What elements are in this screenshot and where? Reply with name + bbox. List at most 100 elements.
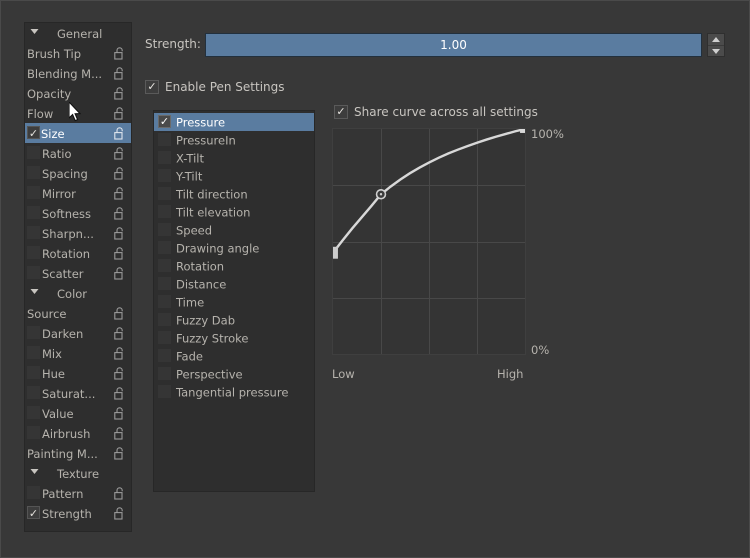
sensor-checkbox[interactable] (158, 295, 171, 308)
chevron-down-icon[interactable] (27, 283, 41, 303)
sensor-checkbox[interactable] (158, 259, 171, 272)
sidebar-item-size[interactable]: ✓ Size (25, 123, 131, 143)
sensor-item-rotation[interactable]: Rotation (154, 257, 314, 275)
sidebar-item-flow[interactable]: Flow (25, 103, 131, 123)
sidebar-item-spacing[interactable]: Spacing (25, 163, 131, 183)
sidebar-section-color[interactable]: Color (25, 283, 131, 303)
sidebar-item-checkbox-checked[interactable]: ✓ (27, 126, 40, 140)
spinner-down-icon[interactable] (708, 46, 724, 57)
sidebar-item-checkbox[interactable] (27, 406, 40, 419)
sensor-checkbox[interactable] (158, 223, 171, 236)
sidebar-item-value[interactable]: Value (25, 403, 131, 423)
sidebar-item-checkbox[interactable] (27, 206, 40, 219)
curve-path[interactable] (333, 129, 525, 354)
lock-open-icon[interactable] (114, 186, 125, 200)
lock-open-icon[interactable] (114, 506, 125, 520)
sensor-checkbox[interactable] (158, 277, 171, 290)
lock-open-icon[interactable] (114, 426, 125, 440)
lock-open-icon[interactable] (114, 306, 125, 320)
sensor-item-y-tilt[interactable]: Y-Tilt (154, 167, 314, 185)
sidebar-item-checkbox[interactable] (27, 386, 40, 399)
enable-pen-settings-checkbox[interactable]: ✓ (145, 79, 159, 94)
chevron-down-icon[interactable] (27, 463, 41, 483)
sensor-item-tangential-pressure[interactable]: Tangential pressure (154, 383, 314, 401)
sidebar-item-mix[interactable]: Mix (25, 343, 131, 363)
sidebar-item-checkbox[interactable] (27, 326, 40, 339)
lock-open-icon[interactable] (114, 266, 125, 280)
enable-pen-settings-row[interactable]: ✓ Enable Pen Settings (145, 79, 285, 97)
strength-spinner[interactable] (707, 33, 725, 57)
lock-open-icon[interactable] (114, 246, 125, 260)
sidebar-item-darken[interactable]: Darken (25, 323, 131, 343)
sensor-item-fuzzy-stroke[interactable]: Fuzzy Stroke (154, 329, 314, 347)
sensor-checkbox[interactable] (158, 241, 171, 254)
sensor-item-tilt-direction[interactable]: Tilt direction (154, 185, 314, 203)
lock-open-icon[interactable] (114, 206, 125, 220)
spinner-up-icon[interactable] (708, 34, 724, 46)
lock-open-icon[interactable] (114, 226, 125, 240)
sidebar-item-rotation[interactable]: Rotation (25, 243, 131, 263)
sidebar-item-sharpn[interactable]: Sharpn... (25, 223, 131, 243)
lock-open-icon[interactable] (114, 386, 125, 400)
share-curve-row[interactable]: ✓ Share curve across all settings (334, 104, 538, 122)
sensor-checkbox[interactable] (158, 169, 171, 182)
lock-open-icon[interactable] (114, 86, 125, 100)
sensor-list[interactable]: ✓ Pressure PressureIn X-Tilt Y-Tilt Tilt dire… (153, 110, 315, 492)
sensor-item-distance[interactable]: Distance (154, 275, 314, 293)
sensor-item-pressurein[interactable]: PressureIn (154, 131, 314, 149)
sensor-item-x-tilt[interactable]: X-Tilt (154, 149, 314, 167)
sensor-checkbox[interactable] (158, 187, 171, 200)
lock-open-icon[interactable] (114, 66, 125, 80)
sidebar-item-checkbox[interactable] (27, 486, 40, 499)
sensor-checkbox[interactable] (158, 385, 171, 398)
sidebar-item-hue[interactable]: Hue (25, 363, 131, 383)
sidebar-item-checkbox-checked[interactable]: ✓ (27, 506, 40, 520)
sidebar-item-painting-m[interactable]: Painting M... (25, 443, 131, 463)
lock-open-icon[interactable] (114, 446, 125, 460)
sidebar-item-checkbox[interactable] (27, 346, 40, 359)
sensor-item-time[interactable]: Time (154, 293, 314, 311)
lock-open-icon[interactable] (114, 406, 125, 420)
sensor-item-drawing-angle[interactable]: Drawing angle (154, 239, 314, 257)
lock-open-icon[interactable] (114, 46, 125, 60)
strength-slider[interactable]: 1.00 (205, 33, 702, 57)
sidebar-item-checkbox[interactable] (27, 226, 40, 239)
sidebar-item-checkbox[interactable] (27, 146, 40, 159)
sidebar-item-softness[interactable]: Softness (25, 203, 131, 223)
sidebar-item-blending-m[interactable]: Blending M... (25, 63, 131, 83)
sensor-checkbox[interactable] (158, 349, 171, 362)
sidebar-item-checkbox[interactable] (27, 246, 40, 259)
sensor-checkbox[interactable] (158, 151, 171, 164)
sensor-checkbox-checked[interactable]: ✓ (158, 115, 171, 128)
sidebar-item-checkbox[interactable] (27, 166, 40, 179)
lock-open-icon[interactable] (114, 366, 125, 380)
share-curve-checkbox[interactable]: ✓ (334, 104, 348, 119)
sensor-item-speed[interactable]: Speed (154, 221, 314, 239)
chevron-down-icon[interactable] (27, 23, 41, 43)
sidebar-item-mirror[interactable]: Mirror (25, 183, 131, 203)
lock-open-icon[interactable] (114, 126, 125, 140)
sidebar-item-opacity[interactable]: Opacity (25, 83, 131, 103)
sensor-checkbox[interactable] (158, 133, 171, 146)
sidebar-item-checkbox[interactable] (27, 426, 40, 439)
sidebar-item-saturat[interactable]: Saturat... (25, 383, 131, 403)
sensor-checkbox[interactable] (158, 331, 171, 344)
sidebar-section-general[interactable]: General (25, 23, 131, 43)
response-curve-graph[interactable] (332, 128, 526, 355)
lock-open-icon[interactable] (114, 346, 125, 360)
sidebar-item-airbrush[interactable]: Airbrush (25, 423, 131, 443)
sidebar-item-source[interactable]: Source (25, 303, 131, 323)
sensor-item-fuzzy-dab[interactable]: Fuzzy Dab (154, 311, 314, 329)
lock-open-icon[interactable] (114, 326, 125, 340)
sensor-checkbox[interactable] (158, 313, 171, 326)
sensor-item-pressure[interactable]: ✓ Pressure (154, 113, 314, 131)
lock-open-icon[interactable] (114, 166, 125, 180)
sidebar-item-checkbox[interactable] (27, 366, 40, 379)
sidebar-item-strength[interactable]: ✓ Strength (25, 503, 131, 523)
sidebar-item-pattern[interactable]: Pattern (25, 483, 131, 503)
sensor-item-tilt-elevation[interactable]: Tilt elevation (154, 203, 314, 221)
sidebar-item-checkbox[interactable] (27, 266, 40, 279)
lock-open-icon[interactable] (114, 106, 125, 120)
sidebar-item-brush-tip[interactable]: Brush Tip (25, 43, 131, 63)
sensor-item-perspective[interactable]: Perspective (154, 365, 314, 383)
